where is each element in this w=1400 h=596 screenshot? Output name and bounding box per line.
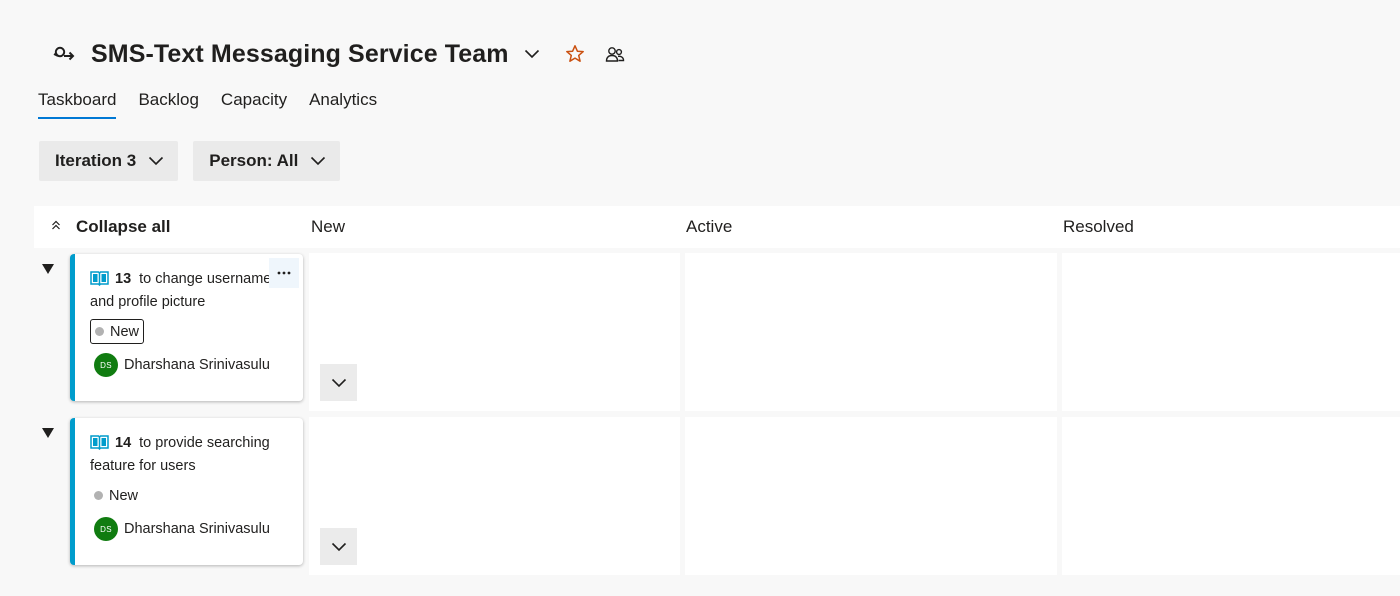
cell-new [309, 417, 680, 575]
filter-bar: Iteration 3 Person: All [39, 141, 355, 181]
card-title[interactable]: 14 to provide searching feature for users [90, 433, 290, 476]
board-row: 13 to change username and profile picture… [0, 253, 1400, 413]
work-item-card[interactable]: 14 to provide searching feature for users… [70, 418, 303, 565]
add-task-chevron-button[interactable] [320, 364, 357, 401]
tab-taskboard[interactable]: Taskboard [38, 90, 117, 119]
avatar: DS [94, 353, 118, 377]
page-tabs: Taskboard Backlog Capacity Analytics [38, 90, 399, 119]
column-header-new: New [311, 217, 346, 236]
avatar: DS [94, 517, 118, 541]
team-members-icon[interactable] [604, 43, 626, 65]
tab-analytics[interactable]: Analytics [309, 90, 377, 119]
team-icon [52, 42, 78, 66]
tab-backlog[interactable]: Backlog [138, 90, 198, 119]
state-dot-icon [94, 491, 103, 500]
iteration-dropdown[interactable]: Iteration 3 [39, 141, 179, 181]
add-task-chevron-button[interactable] [320, 528, 357, 565]
tab-capacity[interactable]: Capacity [221, 90, 287, 119]
column-header-resolved: Resolved [1063, 217, 1134, 236]
more-actions-icon[interactable] [269, 258, 299, 288]
double-chevron-up-icon [50, 218, 62, 236]
assignee-name: Dharshana Srinivasulu [124, 357, 270, 373]
assigned-to-field[interactable]: DS Dharshana Srinivasulu [94, 353, 270, 377]
state-label: New [110, 323, 140, 340]
collapse-all-button[interactable]: Collapse all [50, 206, 170, 248]
work-item-id: 13 [115, 271, 132, 287]
assignee-name: Dharshana Srinivasulu [124, 521, 270, 537]
cell-resolved [1062, 253, 1400, 411]
cell-active [685, 253, 1057, 411]
cell-active [685, 417, 1057, 575]
state-dot-icon [95, 327, 104, 336]
state-label: New [109, 487, 139, 504]
person-dropdown-label: Person: All [209, 151, 299, 170]
team-header: SMS-Text Messaging Service Team [52, 36, 626, 72]
assigned-to-field[interactable]: DS Dharshana Srinivasulu [94, 517, 270, 541]
card-title[interactable]: 13 to change username and profile picture [90, 269, 290, 312]
work-item-id: 14 [115, 435, 132, 451]
user-story-book-icon [90, 270, 109, 292]
iteration-dropdown-label: Iteration 3 [55, 151, 137, 170]
collapse-row-triangle-icon[interactable] [40, 425, 56, 441]
work-item-card[interactable]: 13 to change username and profile picture… [70, 254, 303, 401]
state-field[interactable]: New [90, 319, 145, 344]
cell-resolved [1062, 417, 1400, 575]
cell-new [309, 253, 680, 411]
column-header-active: Active [686, 217, 733, 236]
collapse-row-triangle-icon[interactable] [40, 261, 56, 277]
collapse-all-label: Collapse all [76, 217, 171, 236]
team-picker-chevron-icon[interactable] [522, 44, 542, 64]
board-column-header: Collapse all New Active Resolved [34, 206, 1400, 248]
chevron-down-icon [310, 156, 326, 166]
user-story-book-icon [90, 434, 109, 456]
chevron-down-icon [148, 156, 164, 166]
board-row: 14 to provide searching feature for users… [0, 417, 1400, 577]
person-dropdown[interactable]: Person: All [193, 141, 341, 181]
favorite-star-icon[interactable] [564, 43, 586, 65]
state-field[interactable]: New [90, 483, 142, 508]
team-title: SMS-Text Messaging Service Team [91, 39, 509, 68]
